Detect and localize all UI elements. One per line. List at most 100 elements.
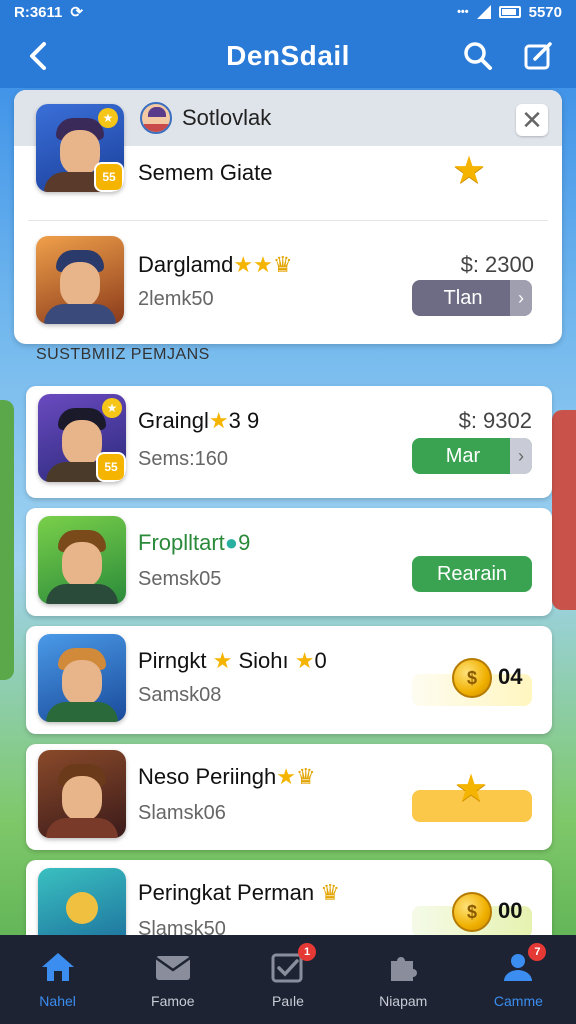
row-subtitle: Semsk05 — [138, 568, 222, 590]
star-icon: ★ — [208, 408, 229, 433]
close-icon: ✕ — [521, 105, 543, 135]
wifi-icon: ••• — [457, 6, 469, 18]
row-title: Peringkat Perman ♛ — [138, 880, 340, 906]
nav-item-tasks[interactable]: 1 Paıle — [230, 935, 345, 1024]
player-avatar: ★ 55 — [38, 394, 126, 482]
row-title-text: Darglamd — [138, 252, 234, 277]
action-button-label: Tlan — [443, 286, 483, 309]
star-icon: ★ — [452, 150, 487, 192]
status-bar: R:3611 ⟳ ••• 5570 — [0, 0, 576, 24]
status-right-text: 5570 — [528, 3, 562, 21]
edit-button[interactable] — [520, 38, 556, 74]
row-title-suffix: Siohı — [238, 648, 289, 673]
nav-label: Nahel — [39, 993, 76, 1009]
people-icon: 7 — [498, 943, 547, 985]
back-button[interactable] — [20, 38, 56, 74]
coin-icon: $ — [452, 892, 492, 932]
star-icon: ★ — [276, 764, 296, 789]
row-title-suffix-2: 0 — [314, 648, 327, 673]
coin-value: 00 — [498, 898, 523, 923]
row-price: $: 2300 — [460, 252, 534, 277]
coin-icon: $ — [452, 658, 492, 698]
page-title: DenSdail — [226, 40, 350, 71]
row-title-text: Froplltart — [138, 530, 225, 555]
row-subtitle: Slamsk06 — [138, 802, 226, 824]
action-button-label: Rearain — [436, 562, 508, 585]
home-icon — [38, 949, 78, 985]
list-item[interactable]: Pirngkt ★ Siohı ★0 Samsk08 $ 04 — [26, 626, 552, 734]
row-title-text: Graingl — [138, 408, 209, 433]
chevron-right-icon: › — [510, 438, 532, 474]
mail-icon — [153, 949, 193, 985]
row-title: Darglamd★★♛ — [138, 252, 293, 278]
crown-icon: ♛ — [320, 880, 340, 905]
list-item[interactable]: Neso Periingh★♛ Slamsk06 ★ — [26, 744, 552, 850]
nav-label: Camme — [493, 993, 543, 1009]
signal-icon — [476, 5, 491, 19]
player-avatar — [38, 750, 126, 838]
row-title-text: Neso Periingh — [138, 764, 277, 789]
row-title: Semem Giate — [138, 160, 273, 185]
search-button[interactable] — [460, 38, 496, 74]
sync-icon: ⟳ — [70, 4, 83, 21]
bottom-nav: Nahel Famoe 1 Paıle Niapam 7 Camme — [0, 935, 576, 1024]
list-item[interactable]: Froplltart●9 Semsk05 Rearain — [26, 508, 552, 616]
star-icon: ★ — [454, 768, 489, 810]
row-title: Neso Periingh★♛ — [138, 764, 316, 790]
background-scenery — [552, 410, 576, 610]
player-avatar[interactable] — [36, 236, 124, 324]
nav-label: Paıle — [272, 993, 304, 1009]
row-subtitle: Sems:160 — [138, 448, 229, 470]
chevron-left-icon — [30, 42, 46, 70]
leaderboard-panel: Sotlovlak ✕ ★ 55 Semem Giate ★ Darglamd★… — [14, 90, 562, 344]
checkbox-icon: 1 — [268, 943, 316, 985]
divider — [28, 220, 548, 221]
nav-item-people[interactable]: 7 Camme — [461, 935, 576, 1024]
coin-value: 04 — [498, 664, 523, 689]
row-title: Froplltart●9 — [138, 530, 250, 556]
action-button-label: Mar — [445, 444, 481, 467]
star-icon: ★★ — [233, 252, 273, 277]
panel-header-name: Sotlovlak — [182, 105, 272, 130]
nav-item-puzzle[interactable]: Niapam — [346, 935, 461, 1024]
row-subtitle: 2lemk50 — [138, 288, 214, 310]
star-icon: ★ — [294, 648, 315, 673]
row-subtitle: Samsk08 — [138, 684, 222, 706]
row-title: Pirngkt ★ Siohı ★0 — [138, 648, 327, 674]
notification-badge: 1 — [298, 943, 316, 961]
battery-icon — [498, 6, 521, 18]
action-button[interactable]: Tlan › — [412, 280, 532, 316]
search-icon — [464, 42, 492, 70]
nav-item-mail[interactable]: Famoe — [115, 935, 230, 1024]
level-badge: 55 — [96, 452, 126, 482]
close-button[interactable]: ✕ — [516, 104, 548, 136]
row-title-suffix: 3 9 — [228, 408, 260, 433]
chevron-right-icon: › — [510, 280, 532, 316]
app-header: DenSdail — [0, 24, 576, 88]
background-scenery — [0, 400, 14, 680]
action-button[interactable]: Rearain — [412, 556, 532, 592]
puzzle-icon — [383, 949, 423, 985]
nav-label: Famoe — [151, 993, 195, 1009]
edit-icon — [524, 42, 552, 70]
globe-icon: ● — [224, 530, 239, 555]
player-avatar — [38, 516, 126, 604]
section-label: SUSTBMIIZ PEMJANS — [36, 346, 210, 363]
nav-label: Niapam — [379, 993, 428, 1009]
player-avatar[interactable]: ★ 55 — [36, 104, 124, 192]
status-left-text: R:3611 — [14, 3, 63, 21]
level-badge: 55 — [94, 162, 124, 192]
row-price: $: 9302 — [458, 408, 532, 433]
crown-icon: ♛ — [295, 764, 316, 789]
list-item[interactable]: ★ 55 Graingl★3 9 Sems:160 $: 9302 Mar › — [26, 386, 552, 498]
player-avatar — [38, 634, 126, 722]
crown-icon: ★ — [98, 108, 118, 128]
avatar — [140, 102, 172, 134]
crown-icon: ♛ — [272, 252, 293, 277]
action-button[interactable]: Mar › — [412, 438, 532, 474]
notification-badge: 7 — [528, 943, 547, 961]
star-icon: ★ — [212, 648, 233, 673]
row-title-text: Pirngkt — [138, 648, 207, 673]
nav-item-home[interactable]: Nahel — [0, 935, 115, 1024]
crown-icon: ★ — [102, 398, 122, 418]
